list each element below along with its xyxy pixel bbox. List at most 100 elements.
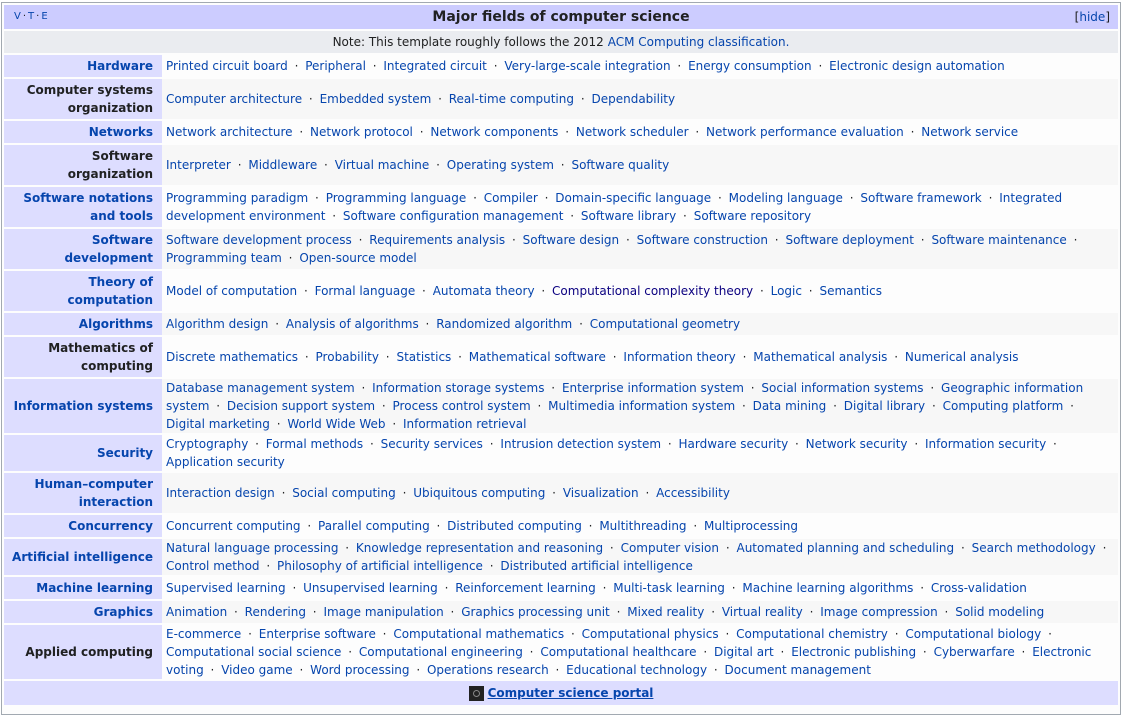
list-item[interactable]: Interpreter xyxy=(166,158,231,172)
list-item[interactable]: Graphics processing unit xyxy=(461,605,610,619)
list-item[interactable]: Reinforcement learning xyxy=(455,581,596,595)
list-item[interactable]: Probability xyxy=(316,350,379,364)
list-item[interactable]: Hardware security xyxy=(679,437,789,451)
list-item[interactable]: Video game xyxy=(221,663,292,677)
list-item[interactable]: Computational healthcare xyxy=(540,645,696,659)
list-item[interactable]: Database management system xyxy=(166,381,355,395)
list-item[interactable]: Social information systems xyxy=(761,381,923,395)
view-template-link[interactable]: V xyxy=(14,11,22,22)
list-item[interactable]: Peripheral xyxy=(305,59,366,73)
list-item[interactable]: Network architecture xyxy=(166,125,293,139)
list-item[interactable]: Mixed reality xyxy=(627,605,704,619)
list-item[interactable]: Computer vision xyxy=(621,541,719,555)
group-label[interactable]: Artificial intelligence xyxy=(12,550,153,564)
list-item[interactable]: Computing platform xyxy=(943,399,1064,413)
list-item[interactable]: Semantics xyxy=(819,284,882,298)
group-label[interactable]: Information systems xyxy=(14,399,153,413)
group-label[interactable]: Hardware xyxy=(87,59,153,73)
list-item[interactable]: Computer architecture xyxy=(166,92,302,106)
list-item[interactable]: Enterprise information system xyxy=(562,381,744,395)
list-item[interactable]: Energy consumption xyxy=(688,59,812,73)
list-item[interactable]: Rendering xyxy=(245,605,306,619)
list-item[interactable]: Virtual reality xyxy=(722,605,803,619)
list-item[interactable]: Digital art xyxy=(714,645,774,659)
list-item[interactable]: Numerical analysis xyxy=(905,350,1019,364)
list-item[interactable]: Compiler xyxy=(484,191,538,205)
list-item[interactable]: Very-large-scale integration xyxy=(504,59,670,73)
list-item[interactable]: Application security xyxy=(166,455,285,469)
list-item[interactable]: Software repository xyxy=(694,209,811,223)
computer-science-portal-link[interactable]: Computer science portal xyxy=(488,686,654,700)
list-item[interactable]: Algorithm design xyxy=(166,317,268,331)
list-item[interactable]: Software configuration management xyxy=(343,209,564,223)
list-item[interactable]: Computational social science xyxy=(166,645,341,659)
list-item[interactable]: Domain-specific language xyxy=(555,191,711,205)
group-label[interactable]: Security xyxy=(97,446,153,460)
group-label[interactable]: Machine learning xyxy=(36,581,153,595)
list-item[interactable]: Document management xyxy=(725,663,871,677)
group-label[interactable]: Concurrency xyxy=(68,519,153,533)
list-item[interactable]: Machine learning algorithms xyxy=(742,581,913,595)
list-item[interactable]: Decision support system xyxy=(227,399,375,413)
list-item[interactable]: Philosophy of artificial intelligence xyxy=(277,559,483,573)
list-item[interactable]: Control method xyxy=(166,559,260,573)
list-item[interactable]: Automata theory xyxy=(433,284,535,298)
group-label[interactable]: Software development xyxy=(64,233,153,265)
list-item[interactable]: Computational complexity theory xyxy=(552,284,753,298)
list-item[interactable]: Network scheduler xyxy=(576,125,689,139)
list-item[interactable]: Network service xyxy=(921,125,1018,139)
talk-template-link[interactable]: T xyxy=(28,11,35,22)
list-item[interactable]: Information retrieval xyxy=(403,417,526,431)
list-item[interactable]: Information theory xyxy=(623,350,735,364)
group-label[interactable]: Graphics xyxy=(94,605,153,619)
list-item[interactable]: Cyberwarfare xyxy=(934,645,1015,659)
list-item[interactable]: Security services xyxy=(381,437,483,451)
list-item[interactable]: World Wide Web xyxy=(287,417,385,431)
list-item[interactable]: Information storage systems xyxy=(372,381,544,395)
list-item[interactable]: Visualization xyxy=(563,486,639,500)
list-item[interactable]: Operating system xyxy=(447,158,554,172)
list-item[interactable]: Interaction design xyxy=(166,486,275,500)
list-item[interactable]: Accessibility xyxy=(656,486,730,500)
list-item[interactable]: Digital marketing xyxy=(166,417,270,431)
list-item[interactable]: Ubiquitous computing xyxy=(413,486,545,500)
list-item[interactable]: E-commerce xyxy=(166,627,241,641)
list-item[interactable]: Requirements analysis xyxy=(369,233,505,247)
list-item[interactable]: Social computing xyxy=(292,486,396,500)
list-item[interactable]: Mathematical software xyxy=(469,350,606,364)
list-item[interactable]: Software library xyxy=(581,209,676,223)
list-item[interactable]: Digital library xyxy=(844,399,925,413)
list-item[interactable]: Data mining xyxy=(753,399,827,413)
list-item[interactable]: Programming paradigm xyxy=(166,191,308,205)
list-item[interactable]: Multiprocessing xyxy=(704,519,798,533)
list-item[interactable]: Printed circuit board xyxy=(166,59,288,73)
list-item[interactable]: Software construction xyxy=(637,233,768,247)
list-item[interactable]: Cryptography xyxy=(166,437,248,451)
hide-link[interactable]: hide xyxy=(1079,10,1105,24)
list-item[interactable]: Software framework xyxy=(860,191,981,205)
list-item[interactable]: Information security xyxy=(925,437,1046,451)
list-item[interactable]: Image manipulation xyxy=(323,605,443,619)
list-item[interactable]: Unsupervised learning xyxy=(303,581,438,595)
list-item[interactable]: Multimedia information system xyxy=(548,399,735,413)
list-item[interactable]: Analysis of algorithms xyxy=(286,317,419,331)
hide-toggle[interactable]: [hide] xyxy=(1075,10,1110,24)
list-item[interactable]: Enterprise software xyxy=(259,627,376,641)
list-item[interactable]: Computational chemistry xyxy=(736,627,888,641)
list-item[interactable]: Network protocol xyxy=(310,125,413,139)
group-label[interactable]: Theory of computation xyxy=(68,275,153,307)
list-item[interactable]: Educational technology xyxy=(566,663,707,677)
list-item[interactable]: Randomized algorithm xyxy=(436,317,572,331)
list-item[interactable]: Real-time computing xyxy=(449,92,574,106)
list-item[interactable]: Animation xyxy=(166,605,227,619)
list-item[interactable]: Knowledge representation and reasoning xyxy=(356,541,603,555)
list-item[interactable]: Distributed artificial intelligence xyxy=(500,559,692,573)
list-item[interactable]: Distributed computing xyxy=(447,519,582,533)
list-item[interactable]: Automated planning and scheduling xyxy=(736,541,954,555)
list-item[interactable]: Software development process xyxy=(166,233,352,247)
list-item[interactable]: Modeling language xyxy=(729,191,843,205)
list-item[interactable]: Process control system xyxy=(393,399,531,413)
list-item[interactable]: Intrusion detection system xyxy=(500,437,661,451)
list-item[interactable]: Multithreading xyxy=(599,519,686,533)
acm-classification-link[interactable]: ACM Computing classification. xyxy=(608,35,790,49)
